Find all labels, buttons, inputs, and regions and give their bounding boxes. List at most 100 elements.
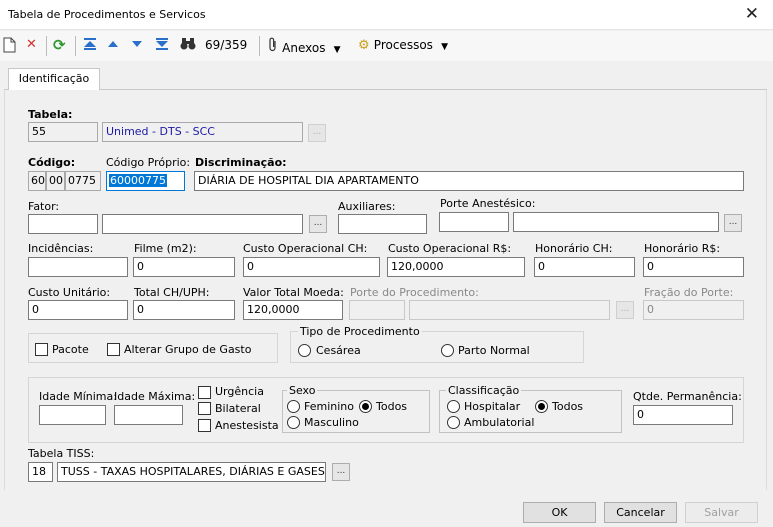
- classificacao-ambulatorial-radio[interactable]: [447, 416, 460, 429]
- anestesista-label: Anestesista: [215, 419, 279, 432]
- close-icon[interactable]: ✕: [745, 4, 759, 24]
- new-document-icon[interactable]: [3, 37, 16, 58]
- custo-unitario-input[interactable]: 0: [28, 300, 128, 320]
- chevron-down-icon: ▼: [333, 45, 341, 55]
- valor-total-moeda-label: Valor Total Moeda:: [243, 286, 344, 299]
- valor-total-moeda-input[interactable]: 120,0000: [243, 300, 343, 320]
- urgencia-checkbox[interactable]: [198, 386, 211, 399]
- sexo-legend: Sexo: [287, 384, 318, 397]
- salvar-button: Salvar: [685, 502, 758, 523]
- sexo-masculino-radio[interactable]: [287, 416, 300, 429]
- porte-anestesico-input-1[interactable]: [439, 212, 509, 232]
- anexos-label: Anexos: [282, 41, 326, 55]
- anestesista-checkbox[interactable]: [198, 419, 211, 432]
- honorario-ch-label: Honorário CH:: [535, 242, 613, 255]
- custo-op-rs-input[interactable]: 120,0000: [387, 257, 525, 277]
- urgencia-label: Urgência: [215, 385, 264, 398]
- sexo-feminino-radio[interactable]: [287, 400, 300, 413]
- total-ch-uph-label: Total CH/UPH:: [134, 286, 210, 299]
- bilateral-label: Bilateral: [215, 402, 261, 415]
- idade-maxima-input[interactable]: [114, 405, 183, 425]
- toolbar-separator: [259, 36, 260, 56]
- custo-unitario-label: Custo Unitário:: [28, 286, 111, 299]
- porte-procedimento-input-2: [409, 300, 610, 320]
- classificacao-legend: Classificação: [446, 384, 522, 397]
- tabela-tiss-lookup-button[interactable]: ...: [332, 463, 350, 481]
- delete-icon[interactable]: ✕: [26, 37, 37, 53]
- auxiliares-input[interactable]: [338, 214, 427, 234]
- next-record-icon[interactable]: [131, 37, 143, 56]
- tipo-procedimento-legend: Tipo de Procedimento: [298, 325, 422, 338]
- porte-procedimento-label: Porte do Procedimento:: [350, 286, 479, 299]
- codigo-proprio-input[interactable]: 60000775: [106, 171, 185, 191]
- filme-input[interactable]: 0: [133, 257, 235, 277]
- discriminacao-input[interactable]: DIÁRIA DE HOSPITAL DIA APARTAMENTO: [194, 171, 744, 191]
- toolbar: ✕ ⟳ 69/359 Anexos ▼ ⚙ Processos ▼: [0, 31, 773, 61]
- porte-anestesico-lookup-button[interactable]: ...: [724, 214, 742, 232]
- anexos-menu[interactable]: Anexos ▼: [268, 37, 341, 58]
- processos-label: Processos: [373, 38, 433, 52]
- porte-procedimento-input-1: [349, 300, 405, 320]
- fator-lookup-button[interactable]: ...: [309, 215, 327, 233]
- fator-label: Fator:: [28, 200, 60, 213]
- codigo-label: Código:: [28, 156, 76, 169]
- title-bar: Tabela de Procedimentos e Servicos ✕: [0, 0, 773, 30]
- tabela-code-field: 55: [28, 122, 98, 142]
- total-ch-uph-input[interactable]: 0: [133, 300, 235, 320]
- incidencias-input[interactable]: [28, 257, 128, 277]
- chevron-down-icon: ▼: [441, 42, 448, 52]
- tabela-lookup-button[interactable]: ...: [308, 124, 326, 142]
- custo-op-ch-label: Custo Operacional CH:: [243, 242, 368, 255]
- ok-button[interactable]: OK: [523, 502, 596, 523]
- classificacao-hospitalar-radio[interactable]: [447, 400, 460, 413]
- processos-menu[interactable]: ⚙ Processos ▼: [358, 37, 448, 55]
- codigo-proprio-label: Código Próprio:: [106, 156, 191, 169]
- tabela-tiss-code-input[interactable]: 18: [28, 462, 53, 482]
- porte-anestesico-label: Porte Anestésico:: [440, 197, 536, 210]
- codigo-part3-field: 0775: [65, 171, 101, 191]
- honorario-ch-input[interactable]: 0: [534, 257, 635, 277]
- codigo-part2-field: 00: [46, 171, 65, 191]
- tab-identificacao[interactable]: Identificação: [8, 68, 100, 90]
- classificacao-hospitalar-label: Hospitalar: [464, 400, 521, 413]
- qtde-permanencia-input[interactable]: 0: [633, 405, 733, 425]
- tabela-tiss-label: Tabela TISS:: [28, 447, 95, 460]
- previous-record-icon[interactable]: [107, 37, 119, 56]
- classificacao-todos-radio[interactable]: [535, 400, 548, 413]
- porte-anestesico-input-2[interactable]: [513, 212, 719, 232]
- codigo-proprio-value: 60000775: [109, 174, 167, 187]
- classificacao-ambulatorial-label: Ambulatorial: [464, 416, 535, 429]
- cesarea-radio[interactable]: [298, 344, 311, 357]
- last-record-icon[interactable]: [155, 37, 169, 56]
- incidencias-label: Incidências:: [28, 242, 94, 255]
- bilateral-checkbox[interactable]: [198, 402, 211, 415]
- binoculars-icon[interactable]: [180, 37, 196, 55]
- record-counter: 69/359: [205, 38, 248, 52]
- honorario-rs-label: Honorário R$:: [644, 242, 721, 255]
- honorario-rs-input[interactable]: 0: [643, 257, 744, 277]
- fator-input-2[interactable]: [102, 214, 303, 234]
- cancelar-button[interactable]: Cancelar: [604, 502, 677, 523]
- first-record-icon[interactable]: [83, 37, 97, 56]
- pacote-checkbox[interactable]: [35, 343, 48, 356]
- cesarea-label: Cesárea: [316, 344, 361, 357]
- parto-normal-radio[interactable]: [441, 344, 454, 357]
- sexo-todos-radio[interactable]: [359, 400, 372, 413]
- qtde-permanencia-label: Qtde. Permanência:: [633, 390, 742, 403]
- tabela-label: Tabela:: [28, 108, 73, 121]
- idade-minima-label: Idade Mínima:: [39, 390, 117, 403]
- toolbar-separator: [75, 36, 76, 56]
- toolbar-separator: [46, 36, 47, 56]
- sexo-feminino-label: Feminino: [304, 400, 354, 413]
- alterar-grupo-checkbox[interactable]: [107, 343, 120, 356]
- gears-icon: ⚙: [358, 38, 370, 53]
- auxiliares-label: Auxiliares:: [338, 200, 396, 213]
- idade-minima-input[interactable]: [39, 405, 106, 425]
- refresh-icon[interactable]: ⟳: [53, 37, 66, 53]
- discriminacao-label: Discriminação:: [195, 156, 287, 169]
- custo-op-ch-input[interactable]: 0: [243, 257, 380, 277]
- fator-input-1[interactable]: [28, 214, 98, 234]
- alterar-grupo-label: Alterar Grupo de Gasto: [124, 343, 252, 356]
- idade-maxima-label: Idade Máxima:: [114, 390, 196, 403]
- pacote-label: Pacote: [52, 343, 89, 356]
